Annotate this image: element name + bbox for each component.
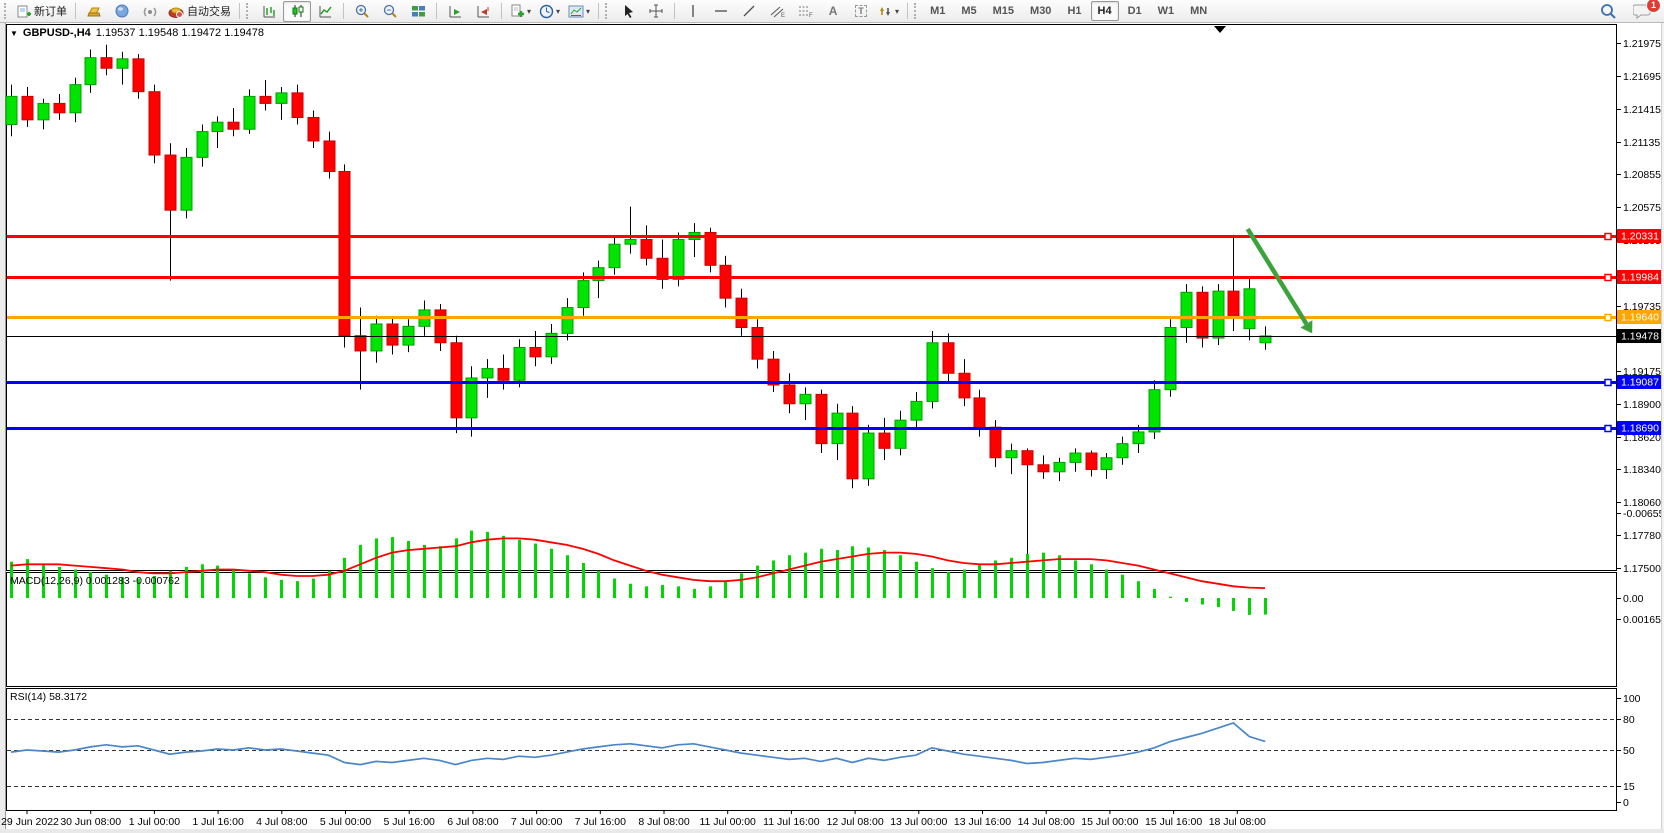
svg-text:18 Jul 08:00: 18 Jul 08:00	[1209, 816, 1266, 828]
svg-text:1.17500: 1.17500	[1623, 563, 1661, 575]
svg-text:13 Jul 00:00: 13 Jul 00:00	[890, 816, 947, 828]
svg-text:1 Jul 00:00: 1 Jul 00:00	[129, 816, 181, 828]
macd-indicator-label: MACD(12,26,9) 0.001283 -0.000762	[10, 575, 180, 587]
svg-text:1.20331: 1.20331	[1621, 231, 1659, 243]
chart-ohlc-values: 1.19537 1.19548 1.19472 1.19478	[96, 27, 264, 39]
svg-text:1.20575: 1.20575	[1623, 202, 1661, 214]
svg-text:13 Jul 16:00: 13 Jul 16:00	[954, 816, 1011, 828]
svg-text:1.21135: 1.21135	[1623, 137, 1660, 149]
chart-title: ▼ GBPUSD-,H4 1.19537 1.19548 1.19472 1.1…	[10, 27, 264, 39]
svg-text:15 Jul 16:00: 15 Jul 16:00	[1145, 816, 1202, 828]
svg-text:7 Jul 00:00: 7 Jul 00:00	[511, 816, 563, 828]
svg-text:7 Jul 16:00: 7 Jul 16:00	[575, 816, 627, 828]
svg-text:0.00: 0.00	[1623, 593, 1644, 605]
symbol-dropdown-icon[interactable]: ▼	[10, 29, 18, 38]
svg-text:6 Jul 08:00: 6 Jul 08:00	[447, 816, 499, 828]
svg-text:1.19478: 1.19478	[1621, 331, 1659, 343]
svg-text:11 Jul 16:00: 11 Jul 16:00	[763, 816, 820, 828]
svg-text:15 Jul 00:00: 15 Jul 00:00	[1081, 816, 1138, 828]
svg-text:0: 0	[1623, 797, 1629, 809]
rsi-indicator-label: RSI(14) 58.3172	[10, 691, 87, 703]
price-axis[interactable]: 1.21975 1.21695 1.21415 1.21135 1.20855 1.205…	[1616, 38, 1661, 575]
svg-text:1.19640: 1.19640	[1621, 312, 1659, 324]
date-axis[interactable]: 29 Jun 202230 Jun 08:00 1 Jul 00:00 1 Jul …	[1, 810, 1266, 828]
chart-symbol-period: GBPUSD-,H4	[23, 27, 91, 39]
svg-text:1.18900: 1.18900	[1623, 399, 1661, 411]
svg-text:50: 50	[1623, 745, 1635, 757]
svg-text:5 Jul 00:00: 5 Jul 00:00	[320, 816, 372, 828]
svg-text:12 Jul 08:00: 12 Jul 08:00	[826, 816, 883, 828]
svg-text:11 Jul 00:00: 11 Jul 00:00	[699, 816, 756, 828]
svg-text:14 Jul 08:00: 14 Jul 08:00	[1018, 816, 1075, 828]
svg-text:5 Jul 16:00: 5 Jul 16:00	[384, 816, 436, 828]
svg-text:29 Jun 2022: 29 Jun 2022	[1, 816, 59, 828]
svg-text:100: 100	[1623, 693, 1641, 705]
svg-text:1.21695: 1.21695	[1623, 71, 1661, 83]
svg-text:80: 80	[1623, 714, 1635, 726]
svg-text:-0.006559: -0.006559	[1623, 508, 1664, 520]
svg-text:0.001656: 0.001656	[1623, 614, 1664, 626]
svg-text:1.19984: 1.19984	[1621, 272, 1659, 284]
svg-text:1.21415: 1.21415	[1623, 104, 1661, 116]
window-bottom-edge	[0, 829, 1664, 833]
svg-text:30 Jun 08:00: 30 Jun 08:00	[60, 816, 121, 828]
svg-text:1.19087: 1.19087	[1621, 377, 1659, 389]
svg-text:1.21975: 1.21975	[1623, 38, 1661, 50]
svg-text:1.17780: 1.17780	[1623, 530, 1661, 542]
svg-text:1 Jul 16:00: 1 Jul 16:00	[192, 816, 244, 828]
svg-text:4 Jul 08:00: 4 Jul 08:00	[256, 816, 308, 828]
svg-text:8 Jul 08:00: 8 Jul 08:00	[638, 816, 690, 828]
panel-frames	[7, 25, 1617, 811]
svg-text:1.18690: 1.18690	[1621, 423, 1659, 435]
svg-text:1.18340: 1.18340	[1623, 464, 1661, 476]
svg-text:15: 15	[1623, 781, 1635, 793]
chart-canvas[interactable]: 1.21975 1.21695 1.21415 1.21135 1.20855 1.205…	[0, 0, 1664, 833]
svg-text:1.20855: 1.20855	[1623, 169, 1661, 181]
